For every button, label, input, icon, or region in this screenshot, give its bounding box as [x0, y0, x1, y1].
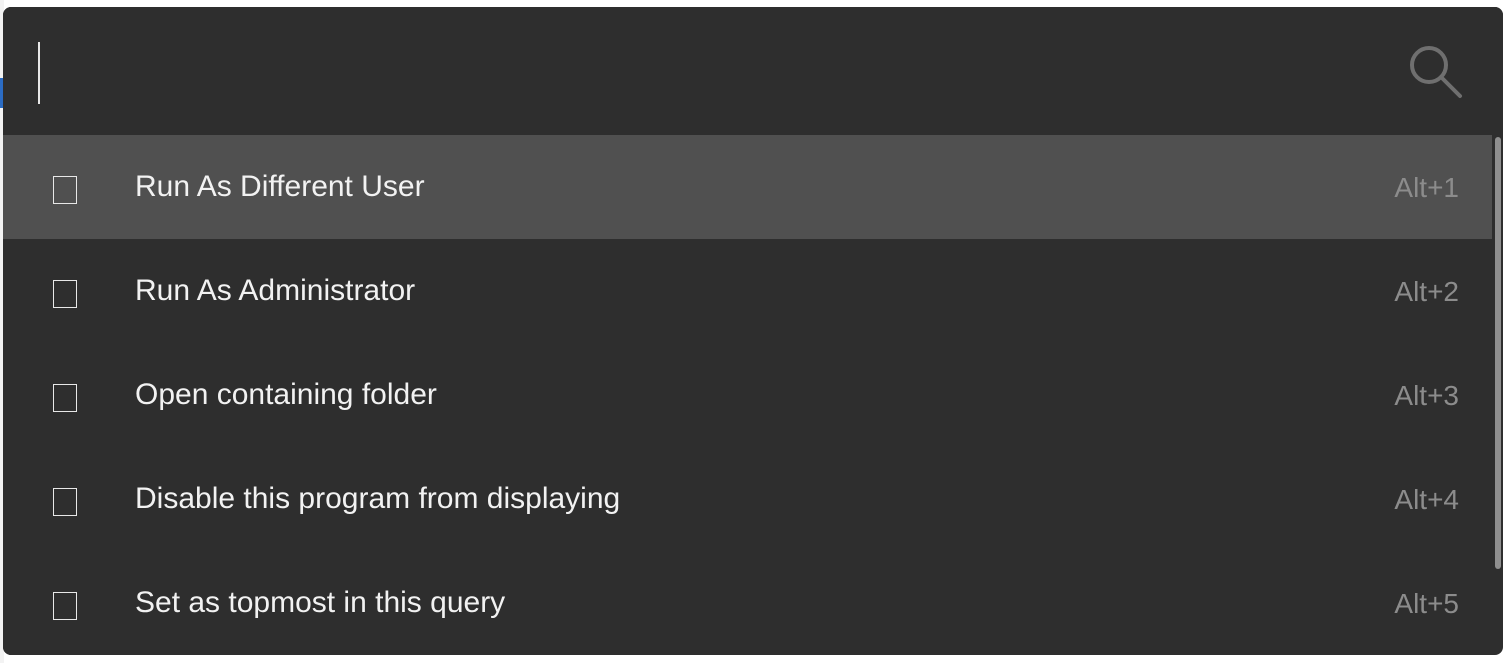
- result-title: Disable this program from displaying: [135, 482, 621, 515]
- result-title: Run As Different User: [135, 170, 425, 203]
- result-item-open-containing-folder[interactable]: Open containing folder Alt+3: [3, 343, 1492, 447]
- program-icon: [53, 280, 77, 308]
- result-item-disable-program[interactable]: Disable this program from displaying Alt…: [3, 447, 1492, 551]
- search-input[interactable]: [35, 37, 1395, 107]
- scrollbar-thumb[interactable]: [1495, 137, 1501, 569]
- program-icon: [53, 384, 77, 412]
- launcher-window: Run As Different User Alt+1 Run As Admin…: [3, 7, 1503, 655]
- result-hotkey: Alt+1: [1394, 172, 1459, 203]
- result-item-run-as-administrator[interactable]: Run As Administrator Alt+2: [3, 239, 1492, 343]
- result-title: Set as topmost in this query: [135, 586, 506, 619]
- result-hotkey: Alt+3: [1394, 380, 1459, 411]
- result-hotkey: Alt+2: [1394, 276, 1459, 307]
- results-list: Run As Different User Alt+1 Run As Admin…: [3, 135, 1492, 655]
- program-icon: [53, 488, 77, 516]
- result-item-set-topmost[interactable]: Set as topmost in this query Alt+5: [3, 551, 1492, 655]
- search-bar: [3, 7, 1503, 135]
- text-caret: [38, 42, 40, 104]
- result-hotkey: Alt+5: [1394, 588, 1459, 619]
- result-title: Open containing folder: [135, 378, 437, 411]
- search-icon[interactable]: [1407, 43, 1463, 99]
- result-hotkey: Alt+4: [1394, 484, 1459, 515]
- program-icon: [53, 592, 77, 620]
- result-title: Run As Administrator: [135, 274, 416, 307]
- program-icon: [53, 176, 77, 204]
- result-item-run-as-different-user[interactable]: Run As Different User Alt+1: [3, 135, 1492, 239]
- results-scrollbar[interactable]: [1493, 135, 1503, 655]
